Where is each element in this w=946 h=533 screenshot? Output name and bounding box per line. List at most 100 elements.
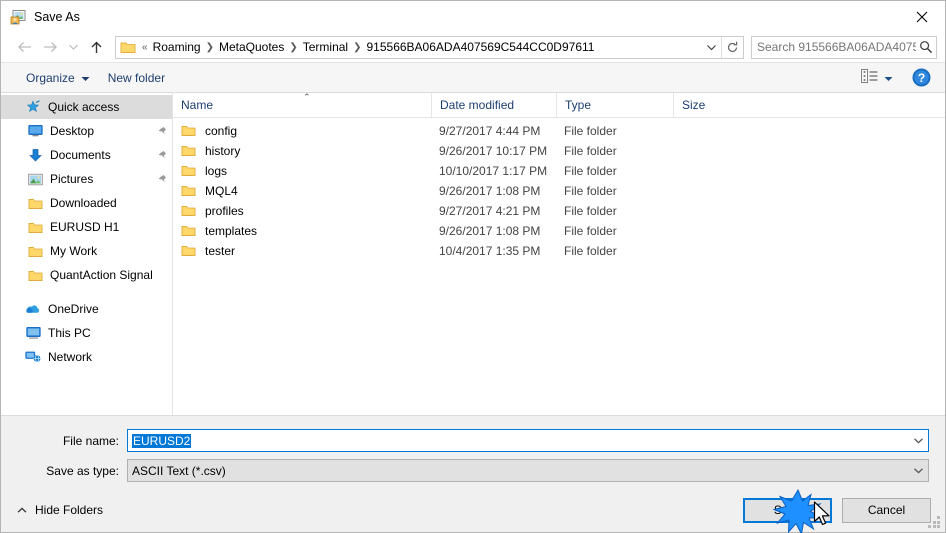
file-name-row: File name: EURUSD2: [1, 428, 945, 453]
network-icon: [25, 349, 41, 365]
search-input[interactable]: Search 915566BA06ADA40756...: [751, 35, 937, 59]
hide-folders-button[interactable]: Hide Folders: [11, 503, 103, 517]
save-as-type-value: ASCII Text (*.csv): [132, 463, 226, 478]
sidebar-item-onedrive[interactable]: OneDrive: [1, 297, 172, 321]
file-list-pane: Name ⌃ Date modified Type Size config 9/…: [173, 93, 945, 415]
command-toolbar: Organize New folder ?: [1, 63, 945, 93]
pin-icon[interactable]: [154, 174, 168, 185]
dialog-footer: Hide Folders Save Cancel: [1, 488, 945, 532]
sidebar-item-my-work[interactable]: My Work: [1, 239, 172, 263]
refresh-icon[interactable]: [721, 36, 743, 58]
sidebar-item-pictures[interactable]: Pictures: [1, 167, 172, 191]
file-type-cell: File folder: [564, 224, 617, 238]
view-options-button[interactable]: [857, 66, 897, 90]
column-header-size[interactable]: Size: [673, 93, 753, 117]
file-name-cell[interactable]: history: [173, 144, 431, 158]
chevron-up-icon: [17, 503, 27, 517]
sidebar-item-quantaction-signal[interactable]: QuantAction Signal: [1, 263, 172, 287]
save-as-type-row: Save as type: ASCII Text (*.csv): [1, 458, 945, 483]
close-button[interactable]: [899, 1, 945, 32]
file-name-label: templates: [205, 224, 258, 238]
sidebar-item-label: Pictures: [50, 172, 94, 186]
breadcrumb-separator-icon: ❯: [205, 41, 214, 53]
sidebar-item-downloaded[interactable]: Downloaded: [1, 191, 172, 215]
new-folder-button[interactable]: New folder: [99, 66, 174, 90]
star-pin-icon: [25, 99, 41, 115]
sidebar-item-label: EURUSD H1: [50, 220, 120, 234]
address-bar[interactable]: « Roaming ❯ MetaQuotes ❯ Terminal ❯ 9155…: [115, 35, 744, 59]
sidebar-item-quick-access[interactable]: Quick access: [1, 95, 172, 119]
breadcrumb-item-1[interactable]: MetaQuotes: [215, 40, 288, 54]
file-name-label: profiles: [205, 204, 244, 218]
column-header-type[interactable]: Type: [556, 93, 673, 117]
address-dropdown-chevron-icon[interactable]: [701, 37, 721, 58]
breadcrumb[interactable]: « Roaming ❯ MetaQuotes ❯ Terminal ❯ 9155…: [141, 40, 701, 54]
folder-icon: [27, 195, 43, 211]
sidebar-item-network[interactable]: Network: [1, 345, 172, 369]
file-name-cell[interactable]: MQL4: [173, 184, 431, 198]
file-name-value-wrap: EURUSD2: [128, 433, 908, 448]
table-row[interactable]: history 9/26/2017 10:17 PM File folder: [173, 141, 945, 161]
cancel-button-label: Cancel: [867, 503, 906, 517]
file-name-cell[interactable]: logs: [173, 164, 431, 178]
documents-download-icon: [27, 147, 43, 163]
organize-button[interactable]: Organize: [17, 66, 99, 90]
sidebar-item-documents[interactable]: Documents: [1, 143, 172, 167]
file-name-input[interactable]: EURUSD2: [127, 429, 929, 452]
sidebar-item-label: Desktop: [50, 124, 95, 138]
file-date-cell: 10/4/2017 1:35 PM: [439, 244, 541, 258]
sidebar-item-this-pc[interactable]: This PC: [1, 321, 172, 345]
file-name-label: tester: [205, 244, 236, 258]
file-name-cell[interactable]: config: [173, 124, 431, 138]
onedrive-cloud-icon: [25, 301, 41, 317]
title-bar: Save As: [1, 1, 945, 32]
sidebar-item-label: Quick access: [48, 100, 120, 114]
chevron-down-icon: [81, 71, 90, 85]
table-row[interactable]: config 9/27/2017 4:44 PM File folder: [173, 121, 945, 141]
help-button[interactable]: ?: [907, 66, 935, 90]
sidebar-item-eurusd-h1[interactable]: EURUSD H1: [1, 215, 172, 239]
svg-text:?: ?: [917, 71, 924, 85]
file-name-label: MQL4: [205, 184, 238, 198]
recent-locations-chevron-icon[interactable]: [63, 35, 83, 59]
table-row[interactable]: logs 10/10/2017 1:17 PM File folder: [173, 161, 945, 181]
sidebar-item-label: Documents: [50, 148, 111, 162]
file-type-cell: File folder: [564, 164, 617, 178]
chevron-down-icon[interactable]: [908, 467, 928, 474]
chevron-down-icon[interactable]: [908, 437, 928, 444]
column-header-date-modified[interactable]: Date modified: [431, 93, 556, 117]
file-name-cell[interactable]: templates: [173, 224, 431, 238]
file-name-cell[interactable]: tester: [173, 244, 431, 258]
sidebar-item-desktop[interactable]: Desktop: [1, 119, 172, 143]
folder-icon: [181, 224, 197, 238]
table-row[interactable]: profiles 9/27/2017 4:21 PM File folder: [173, 201, 945, 221]
folder-icon: [27, 219, 43, 235]
save-button[interactable]: Save: [743, 497, 832, 523]
table-row[interactable]: MQL4 9/26/2017 1:08 PM File folder: [173, 181, 945, 201]
picture-save-icon: [10, 9, 28, 25]
folder-icon: [181, 144, 197, 158]
cancel-button[interactable]: Cancel: [842, 497, 931, 523]
file-name-cell[interactable]: profiles: [173, 204, 431, 218]
resize-grip[interactable]: [928, 516, 941, 529]
file-name-value: EURUSD2: [132, 433, 192, 448]
breadcrumb-overflow[interactable]: «: [141, 42, 149, 53]
search-icon[interactable]: [916, 40, 936, 54]
back-arrow-icon[interactable]: [11, 35, 37, 59]
column-header-name[interactable]: Name ⌃: [173, 93, 431, 117]
file-date-cell: 9/27/2017 4:44 PM: [439, 124, 541, 138]
breadcrumb-item-2[interactable]: Terminal: [299, 40, 352, 54]
file-name-label: logs: [205, 164, 228, 178]
folder-icon: [181, 124, 197, 138]
pin-icon[interactable]: [154, 150, 168, 161]
save-as-dialog: Save As « Roaming ❯ MetaQuotes ❯ Termina…: [0, 0, 946, 533]
save-as-type-select[interactable]: ASCII Text (*.csv): [127, 459, 929, 482]
breadcrumb-item-0[interactable]: Roaming: [149, 40, 205, 54]
forward-arrow-icon[interactable]: [37, 35, 63, 59]
table-row[interactable]: tester 10/4/2017 1:35 PM File folder: [173, 241, 945, 261]
navigation-sidebar[interactable]: Quick access Desktop Documents Pictures …: [1, 93, 173, 415]
breadcrumb-item-3[interactable]: 915566BA06ADA407569C544CC0D97611: [363, 40, 599, 54]
up-arrow-icon[interactable]: [83, 35, 109, 59]
pin-icon[interactable]: [154, 126, 168, 137]
table-row[interactable]: templates 9/26/2017 1:08 PM File folder: [173, 221, 945, 241]
